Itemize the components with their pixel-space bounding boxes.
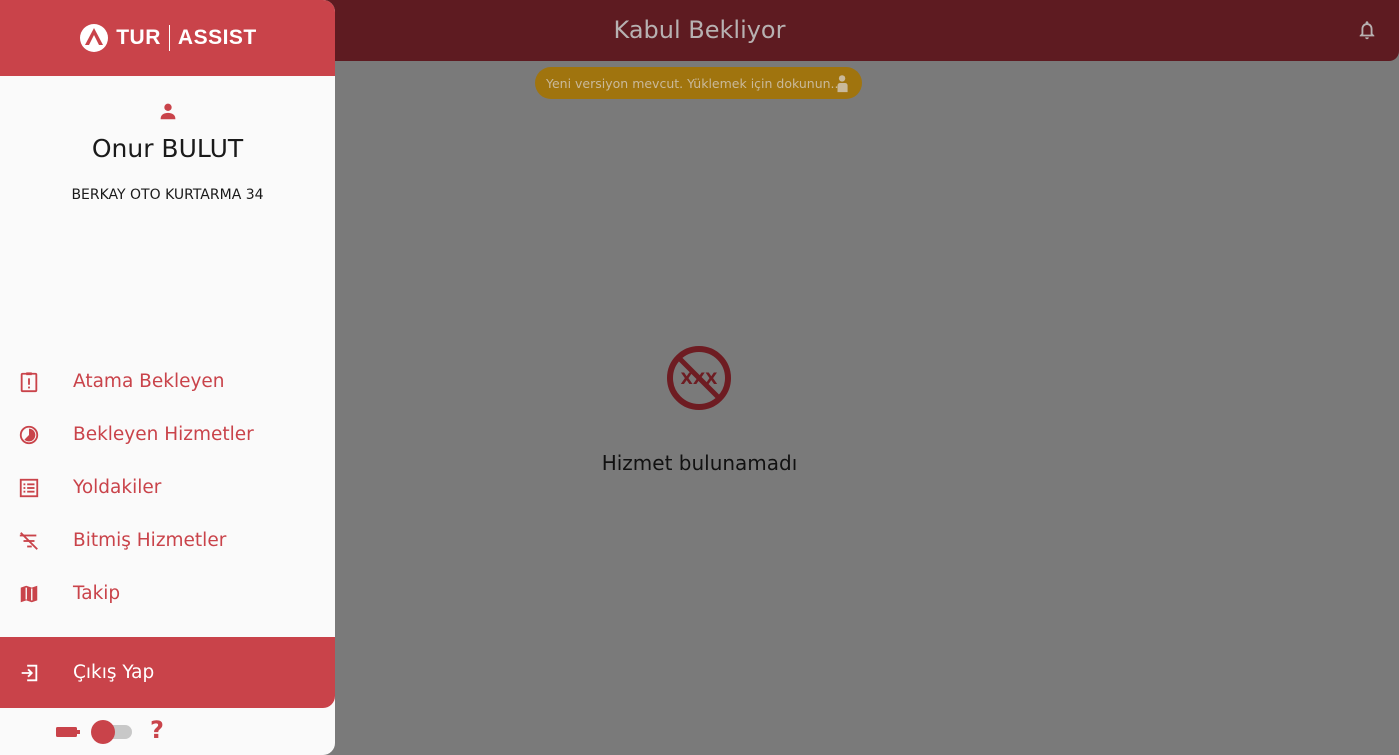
logo-icon (80, 24, 109, 52)
no-service-icon: XXX (667, 346, 731, 410)
logout-button[interactable]: Çıkış Yap (0, 637, 335, 708)
menu-label: Takip (73, 583, 121, 604)
progress-circle-icon (19, 425, 39, 444)
logout-label: Çıkış Yap (73, 662, 155, 683)
menu-label: Yoldakiler (73, 477, 162, 498)
battery-icon (56, 727, 80, 737)
list-icon (19, 478, 39, 497)
hand-tap-icon (837, 75, 848, 93)
menu-label: Atama Bekleyen (73, 371, 225, 392)
menu-item-yoldakiler[interactable]: Yoldakiler (0, 461, 335, 514)
drawer-footer: ? (0, 716, 335, 746)
logo-text-left: TUR (116, 26, 161, 49)
logo-divider (168, 25, 170, 51)
menu-item-bitmis-hizmetler[interactable]: Bitmiş Hizmetler (0, 514, 335, 567)
no-service-icon-text: XXX (680, 369, 718, 388)
clipboard-alert-icon (20, 371, 38, 392)
drawer-menu: Atama Bekleyen Bekleyen Hizmetler Yoldak… (0, 355, 335, 620)
navigation-drawer: TUR ASSIST Onur BULUT BERKAY OTO KURTARM… (0, 0, 335, 755)
map-icon (20, 585, 38, 602)
menu-label: Bekleyen Hizmetler (73, 424, 254, 445)
drawer-header: TUR ASSIST (0, 0, 335, 76)
update-banner-text: Yeni versiyon mevcut. Yüklemek için doku… (546, 75, 843, 91)
menu-item-takip[interactable]: Takip (0, 567, 335, 620)
menu-item-atama-bekleyen[interactable]: Atama Bekleyen (0, 355, 335, 408)
logout-icon (21, 664, 38, 681)
help-button[interactable]: ? (150, 716, 164, 744)
filter-off-icon (19, 531, 38, 550)
toggle-knob[interactable] (91, 720, 115, 744)
user-name: Onur BULUT (91, 134, 244, 163)
menu-item-bekleyen-hizmetler[interactable]: Bekleyen Hizmetler (0, 408, 335, 461)
update-available-banner[interactable]: Yeni versiyon mevcut. Yüklemek için doku… (535, 67, 862, 99)
user-profile: Onur BULUT BERKAY OTO KURTARMA 34 (0, 100, 335, 203)
bell-icon[interactable] (1356, 18, 1378, 42)
person-icon (160, 103, 175, 120)
logo-text-right: ASSIST (177, 26, 257, 49)
user-company: BERKAY OTO KURTARMA 34 (71, 187, 264, 203)
menu-label: Bitmiş Hizmetler (73, 530, 227, 551)
